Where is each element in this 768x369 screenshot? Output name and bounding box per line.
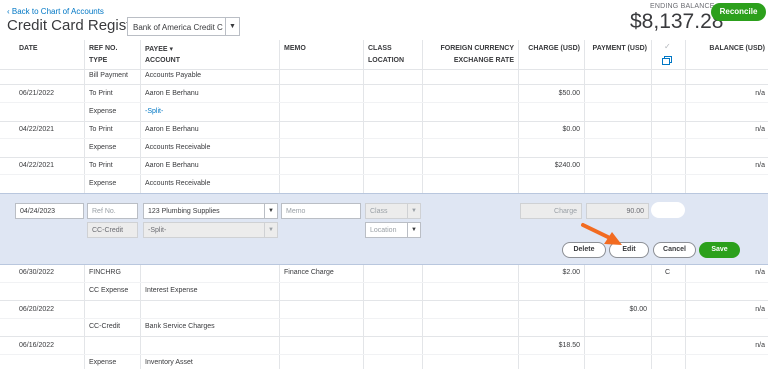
row-payee[interactable]: Aaron E Berhanu: [145, 126, 199, 133]
column-header-balance[interactable]: BALANCE (USD): [685, 45, 765, 52]
cleared-status-toggle[interactable]: [651, 202, 685, 218]
row-date[interactable]: 06/21/2022: [19, 90, 54, 97]
row-divider: [0, 174, 768, 175]
ending-balance-label: ENDING BALANCE: [650, 3, 715, 10]
row-ref[interactable]: To Print: [89, 162, 113, 169]
row-date[interactable]: 06/30/2022: [19, 269, 54, 276]
row-type[interactable]: CC-Credit: [89, 323, 120, 330]
row-account[interactable]: Accounts Receivable: [145, 144, 210, 151]
column-header-charge[interactable]: CHARGE (USD): [518, 45, 580, 52]
row-balance: n/a: [755, 342, 765, 349]
charge-input[interactable]: Charge: [520, 203, 582, 219]
row-balance: n/a: [755, 269, 765, 276]
row-divider: [0, 121, 768, 122]
row-divider: [0, 138, 768, 139]
column-header-type[interactable]: TYPE: [89, 57, 107, 64]
row-ref[interactable]: To Print: [89, 90, 113, 97]
row-balance: n/a: [755, 126, 765, 133]
class-select[interactable]: Class ▼: [365, 203, 421, 219]
register-header: ‹ Back to Chart of Accounts Credit Card …: [0, 0, 768, 40]
reconcile-button[interactable]: Reconcile: [711, 3, 766, 21]
column-header-location[interactable]: LOCATION: [368, 57, 404, 64]
column-header-exchange-rate[interactable]: EXCHANGE RATE: [422, 57, 514, 64]
row-cleared[interactable]: C: [665, 269, 670, 276]
column-header-ref-no[interactable]: REF NO.: [89, 45, 117, 52]
chevron-down-icon[interactable]: ▼: [225, 18, 239, 35]
row-account[interactable]: Bank Service Charges: [145, 323, 215, 330]
row-type[interactable]: Expense: [89, 108, 116, 115]
row-date[interactable]: 06/20/2022: [19, 306, 54, 313]
copy-icon[interactable]: [662, 56, 672, 65]
row-ref[interactable]: To Print: [89, 126, 113, 133]
row-payee[interactable]: Aaron E Berhanu: [145, 90, 199, 97]
row-divider: [0, 336, 768, 337]
type-field: CC-Credit: [87, 222, 138, 238]
column-header-memo[interactable]: MEMO: [284, 45, 306, 52]
cancel-button[interactable]: Cancel: [653, 242, 696, 258]
date-input[interactable]: 04/24/2023: [15, 203, 84, 219]
row-date[interactable]: 04/22/2021: [19, 162, 54, 169]
row-divider: [0, 157, 768, 158]
column-header-date[interactable]: DATE: [19, 45, 38, 52]
ending-balance-value: $8,137.28: [630, 10, 724, 33]
row-account[interactable]: Interest Expense: [145, 287, 198, 294]
row-charge[interactable]: $2.00: [518, 269, 580, 276]
row-type: Bill Payment: [89, 72, 128, 79]
row-charge[interactable]: $0.00: [518, 126, 580, 133]
row-type[interactable]: CC Expense: [89, 287, 128, 294]
chevron-down-icon[interactable]: ▼: [407, 204, 420, 218]
row-balance: n/a: [755, 90, 765, 97]
column-header-payee[interactable]: PAYEE ▾: [145, 45, 173, 53]
row-type[interactable]: Expense: [89, 144, 116, 151]
row-account: Accounts Payable: [145, 72, 202, 79]
row-balance: n/a: [755, 162, 765, 169]
column-header-class[interactable]: CLASS: [368, 45, 392, 52]
row-payee[interactable]: Aaron E Berhanu: [145, 162, 199, 169]
row-divider: [0, 354, 768, 355]
edit-button[interactable]: Edit: [609, 242, 649, 258]
row-charge[interactable]: $50.00: [518, 90, 580, 97]
row-divider: [0, 318, 768, 319]
row-balance: n/a: [755, 306, 765, 313]
payee-select[interactable]: 123 Plumbing Supplies ▼: [143, 203, 278, 219]
row-charge[interactable]: $240.00: [518, 162, 580, 169]
account-select-value: Bank of America Credit Car: [133, 23, 223, 32]
back-to-chart-of-accounts-link[interactable]: ‹ Back to Chart of Accounts: [7, 7, 104, 16]
account-select[interactable]: Bank of America Credit Car ▼: [127, 17, 240, 36]
delete-button[interactable]: Delete: [562, 242, 606, 258]
cleared-check-icon: ✓: [664, 42, 671, 51]
memo-input[interactable]: Memo: [281, 203, 361, 219]
row-type[interactable]: Expense: [89, 359, 116, 366]
column-header-payment[interactable]: PAYMENT (USD): [584, 45, 647, 52]
row-account[interactable]: Inventory Asset: [145, 359, 193, 366]
row-divider: [0, 102, 768, 103]
column-header-account[interactable]: ACCOUNT: [145, 57, 180, 64]
row-divider: [0, 300, 768, 301]
row-payment[interactable]: $0.00: [584, 306, 647, 313]
row-type[interactable]: Expense: [89, 180, 116, 187]
location-select[interactable]: Location ▼: [365, 222, 421, 238]
column-header-foreign-currency[interactable]: FOREIGN CURRENCY: [422, 45, 514, 52]
chevron-down-icon[interactable]: ▼: [264, 223, 277, 237]
chevron-down-icon[interactable]: ▼: [264, 204, 277, 218]
ref-no-input[interactable]: Ref No.: [87, 203, 138, 219]
row-divider: [0, 69, 768, 70]
row-divider: [0, 84, 768, 85]
row-divider: [0, 282, 768, 283]
row-date[interactable]: 04/22/2021: [19, 126, 54, 133]
row-ref[interactable]: FINCHRG: [89, 269, 121, 276]
chevron-down-icon[interactable]: ▼: [407, 223, 420, 237]
save-button[interactable]: Save: [699, 242, 740, 258]
page-title: Credit Card Register: [7, 17, 144, 34]
account-select[interactable]: -Split- ▼: [143, 222, 278, 238]
row-charge[interactable]: $18.50: [518, 342, 580, 349]
row-date[interactable]: 06/16/2022: [19, 342, 54, 349]
row-account[interactable]: Accounts Receivable: [145, 180, 210, 187]
split-link[interactable]: -Split-: [145, 108, 163, 115]
payment-input[interactable]: 90.00: [586, 203, 649, 219]
row-memo[interactable]: Finance Charge: [284, 269, 334, 276]
